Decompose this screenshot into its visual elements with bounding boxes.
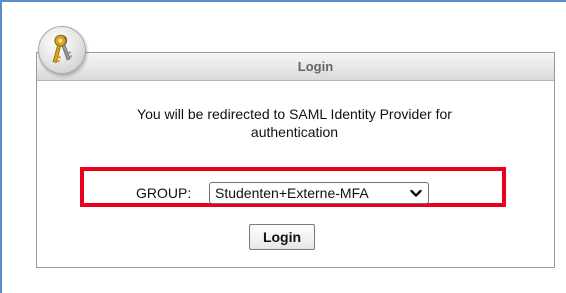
window-frame-left xyxy=(0,0,2,293)
redirect-message: You will be redirected to SAML Identity … xyxy=(36,105,553,141)
keys-icon xyxy=(38,26,86,74)
chevron-down-icon xyxy=(410,189,422,197)
panel-title: Login xyxy=(297,59,334,74)
group-select[interactable]: Studenten+Externe-MFA xyxy=(209,182,429,204)
group-label: GROUP: xyxy=(136,185,192,201)
login-button[interactable]: Login xyxy=(249,224,315,250)
panel-header: Login xyxy=(37,53,554,81)
redirect-message-text: You will be redirected to SAML Identity … xyxy=(137,106,452,140)
window-frame-top xyxy=(0,0,566,2)
group-select-value: Studenten+Externe-MFA xyxy=(215,185,369,201)
